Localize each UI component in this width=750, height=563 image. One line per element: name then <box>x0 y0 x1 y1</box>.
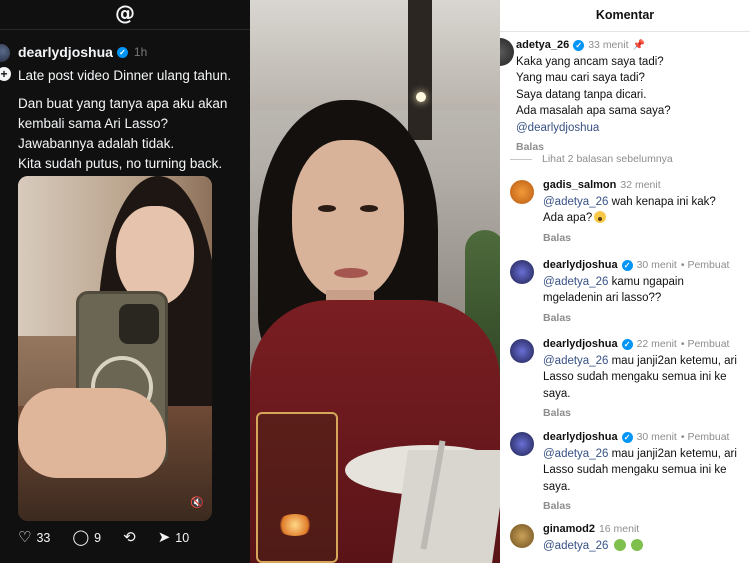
repost-button[interactable]: ⟲ <box>123 530 136 545</box>
post-line: Late post video Dinner ulang tahun. <box>18 68 232 83</box>
nauseated-emoji-icon <box>630 538 643 551</box>
creator-label: • Pembuat <box>680 338 730 350</box>
avatar[interactable] <box>510 524 534 548</box>
verified-badge-icon: ✓ <box>621 339 633 351</box>
mention-link[interactable]: @adetya_26 <box>543 276 608 288</box>
comment-username[interactable]: gadis_salmon <box>543 178 616 194</box>
post-text: Late post video Dinner ulang tahun. Dan … <box>18 66 250 174</box>
reply-button[interactable]: Balas <box>543 311 750 327</box>
reply-button[interactable]: Balas <box>543 406 750 422</box>
title-divider <box>500 31 750 32</box>
post-header: dearlydjoshua ✓ 1h <box>18 44 147 60</box>
comment-username[interactable]: ginamod2 <box>543 522 595 538</box>
avatar[interactable] <box>510 180 534 204</box>
comment-line: wah kenapa ini kak? <box>611 195 716 208</box>
avatar[interactable] <box>510 339 534 363</box>
threads-logo-icon[interactable]: @ <box>114 2 136 24</box>
comment-button[interactable]: ◯ 9 <box>72 530 101 545</box>
astonished-emoji-icon <box>594 211 607 223</box>
reply-button[interactable]: Balas <box>543 499 750 515</box>
comment-time: 33 menit <box>588 39 629 51</box>
post-actions: ♡ 33 ◯ 9 ⟲ ➤ 10 <box>18 530 189 545</box>
verified-badge-icon: ✓ <box>621 432 633 444</box>
comment-username[interactable]: dearlydjoshua <box>543 430 618 446</box>
avatar[interactable] <box>510 260 534 284</box>
post-line: kembali sama Ari Lasso? <box>18 116 169 131</box>
comment-username[interactable]: dearlydjoshua <box>543 337 618 353</box>
comment-line: mau janji2an ketemu, ari <box>611 354 737 367</box>
comment-line: kamu ngapain <box>611 275 684 288</box>
like-count: 33 <box>36 530 51 545</box>
verified-badge-icon: ✓ <box>621 260 633 272</box>
send-icon: ➤ <box>157 528 171 546</box>
screenshot-collage: @ + dearlydjoshua ✓ 1h Late post video D… <box>0 0 750 563</box>
verified-badge-icon: ✓ <box>573 40 585 52</box>
threads-post-panel: @ + dearlydjoshua ✓ 1h Late post video D… <box>0 0 250 563</box>
comment-time: 16 menit <box>598 523 640 535</box>
comments-panel: Komentar adetya_26 ✓ 33 menit 📌 Kaka yan… <box>500 0 750 563</box>
comments-title: Komentar <box>595 8 655 22</box>
comment-line: Saya datang tanpa dicari. <box>516 88 647 101</box>
comment-line: mgeladenin ari lasso?? <box>543 292 662 304</box>
mention-link[interactable]: @adetya_26 <box>543 355 608 367</box>
comment-time: 22 menit <box>636 338 677 350</box>
header-divider <box>0 29 250 30</box>
comment-line: Ada masalah apa sama saya? <box>516 105 671 117</box>
comment-time: 30 menit <box>636 259 677 271</box>
comment-line: mau janji2an ketemu, ari <box>611 447 737 460</box>
repost-icon: ⟲ <box>123 528 136 546</box>
share-button[interactable]: ➤ 10 <box>158 530 189 545</box>
creator-label: • Pembuat <box>680 259 730 271</box>
heart-icon: ♡ <box>18 528 32 546</box>
post-line: Kita sudah putus, no turning back. <box>18 156 223 171</box>
comment-count: 9 <box>94 530 102 545</box>
candle-holder <box>256 412 338 563</box>
comment-time: 30 menit <box>636 431 677 443</box>
comment-icon: ◯ <box>72 528 90 546</box>
mention-link[interactable]: @adetya_26 <box>543 448 608 460</box>
nauseated-emoji-icon <box>613 538 626 551</box>
like-button[interactable]: ♡ 33 <box>18 530 50 545</box>
comment-line: Kaka yang ancam saya tadi? <box>516 55 664 68</box>
avatar[interactable] <box>0 44 10 62</box>
post-video[interactable]: 🔇 <box>18 176 212 521</box>
comment-line: Lasso sudah mengaku semua ini ke <box>543 464 727 476</box>
mention-link[interactable]: @adetya_26 <box>543 196 608 208</box>
dinner-photo <box>250 0 500 563</box>
post-line: Dan buat yang tanya apa aku akan <box>18 96 228 111</box>
comment-line: saya. <box>543 480 571 493</box>
creator-label: • Pembuat <box>680 431 730 443</box>
mention-link[interactable]: @adetya_26 <box>543 540 608 552</box>
comment-time: 32 menit <box>620 179 661 191</box>
post-time: 1h <box>133 45 148 59</box>
view-more-replies[interactable]: Lihat 2 balasan sebelumnya <box>510 153 673 165</box>
reply-button[interactable]: Balas <box>543 231 750 247</box>
pin-icon: 📌 <box>632 40 645 51</box>
comment-line: Lasso sudah mengaku semua ini ke <box>543 371 727 383</box>
speaker-muted-icon[interactable]: 🔇 <box>190 496 204 509</box>
verified-badge-icon: ✓ <box>116 46 128 58</box>
comment-line: Yang mau cari saya tadi? <box>516 72 645 84</box>
follow-plus-icon[interactable]: + <box>0 67 11 81</box>
post-line: Jawabannya adalah tidak. <box>18 136 175 151</box>
view-more-label: Lihat 2 balasan sebelumnya <box>542 153 673 165</box>
mention-link[interactable]: @dearlydjoshua <box>516 121 750 137</box>
comment-line: saya. <box>543 387 571 400</box>
avatar[interactable] <box>500 38 514 66</box>
share-count: 10 <box>175 530 190 545</box>
comment-line: Ada apa? <box>543 212 593 224</box>
avatar[interactable] <box>510 432 534 456</box>
post-username[interactable]: dearlydjoshua <box>18 44 113 60</box>
comment-username[interactable]: adetya_26 <box>516 38 569 54</box>
comment-username[interactable]: dearlydjoshua <box>543 258 618 274</box>
